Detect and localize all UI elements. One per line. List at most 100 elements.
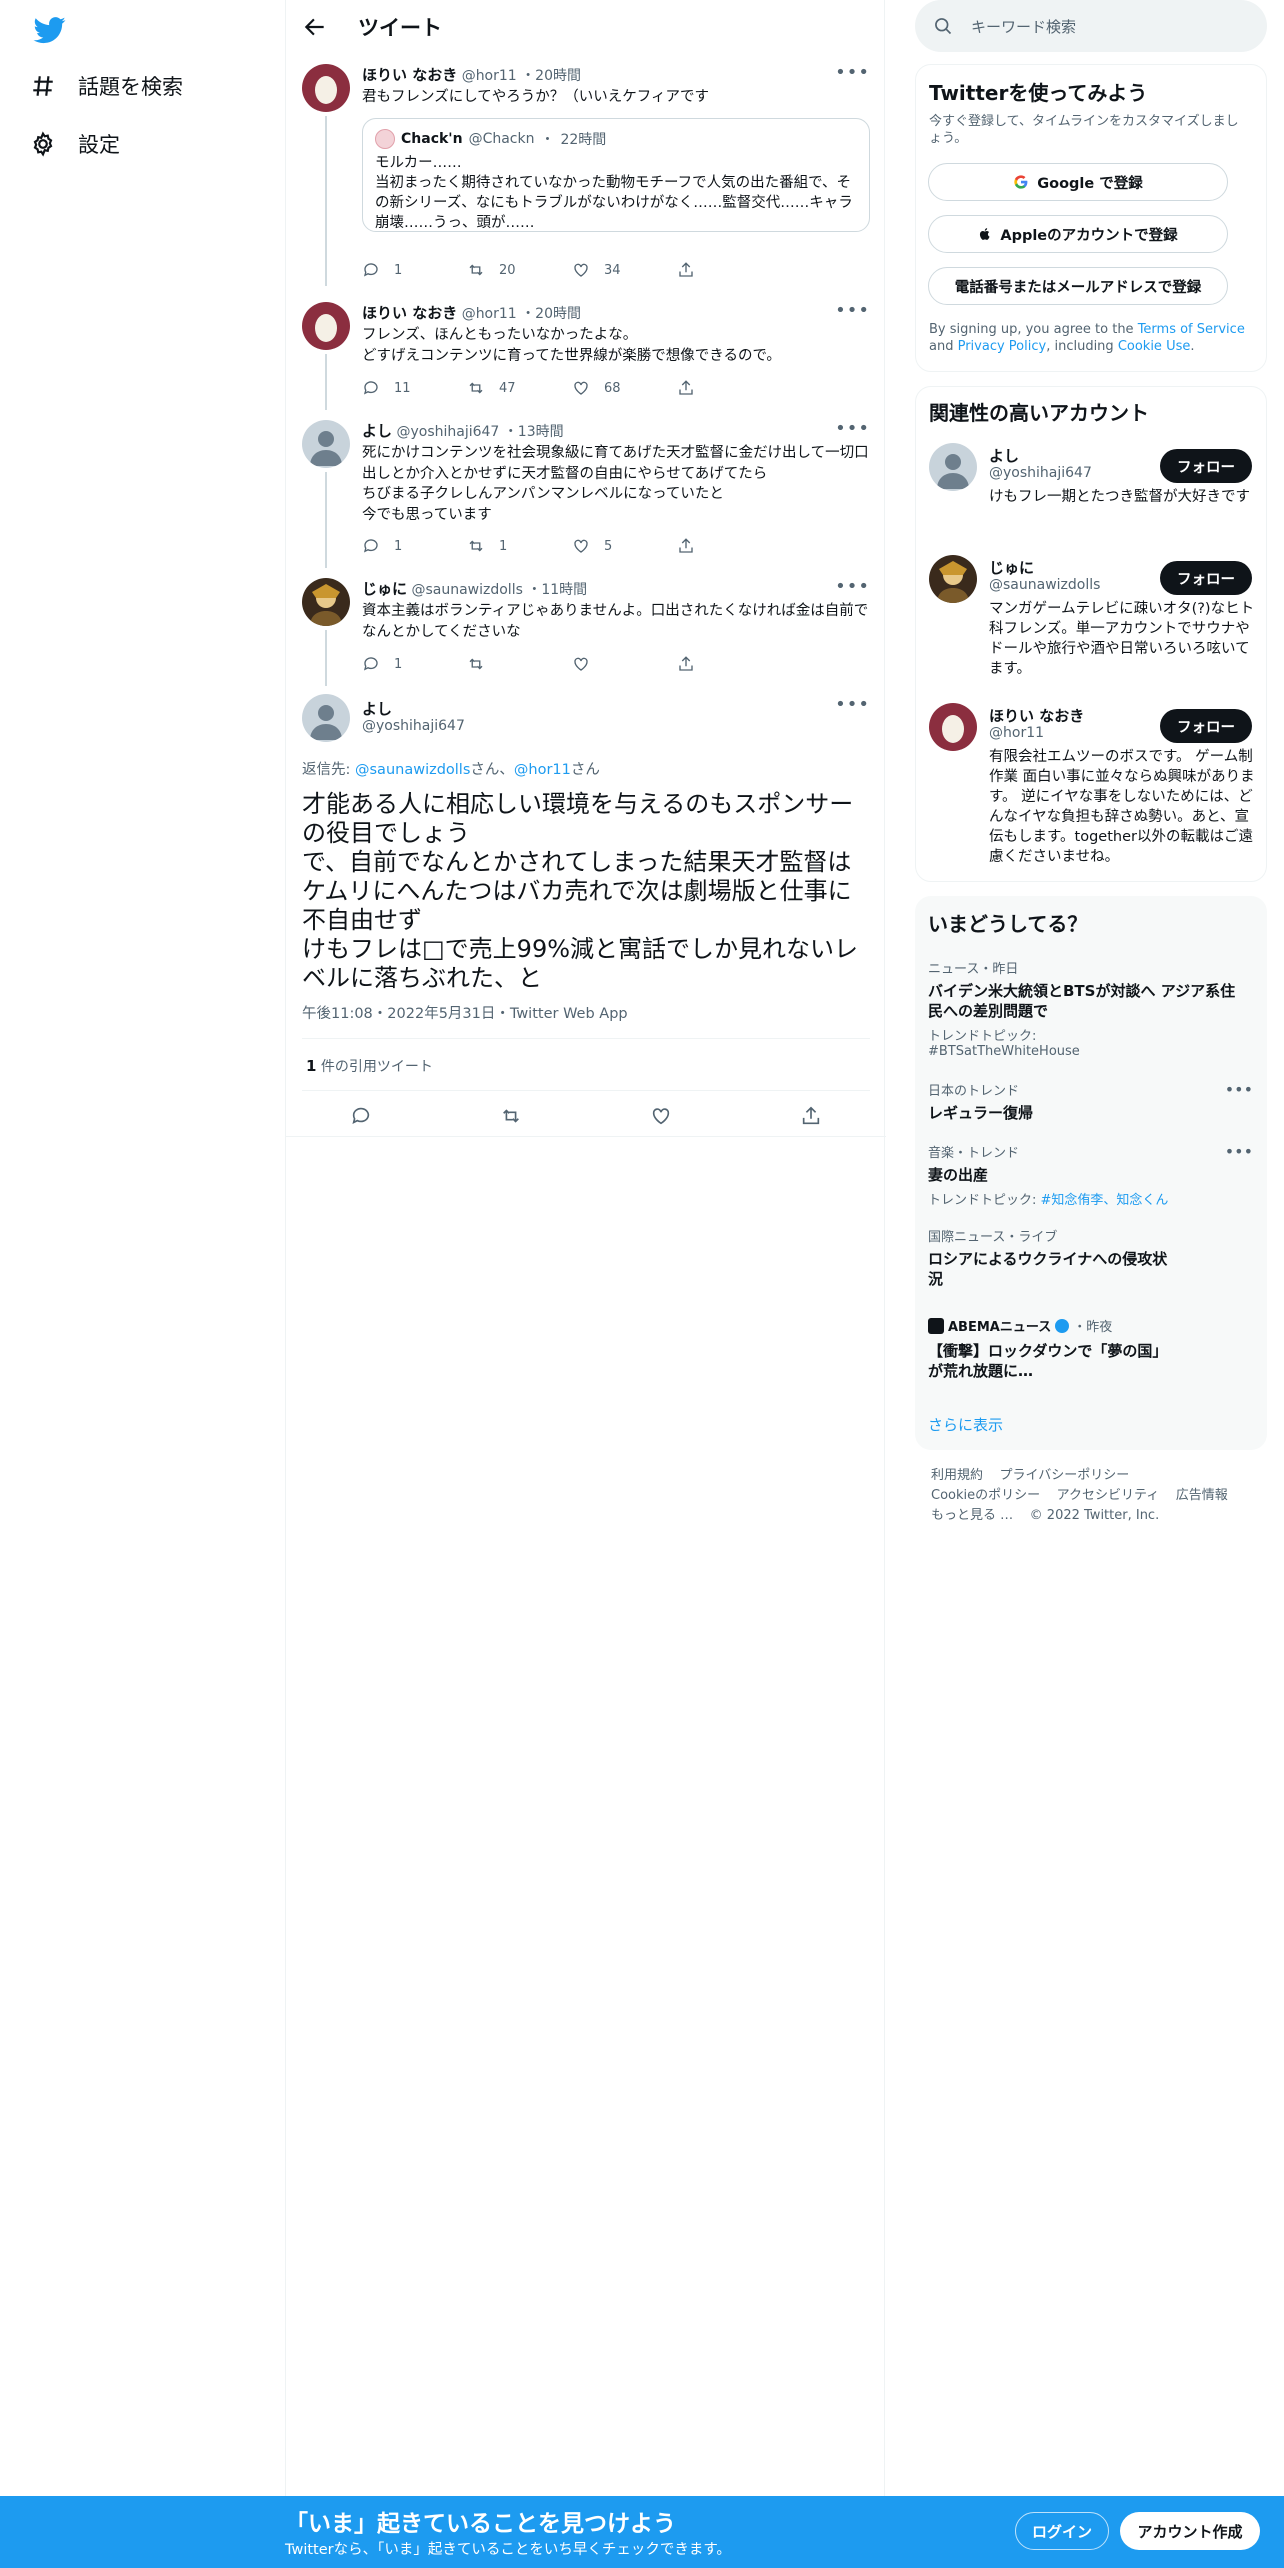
account-handle: @saunawizdolls (989, 577, 1101, 593)
share-button[interactable] (677, 654, 782, 674)
tweet-time[interactable]: 20時間 (535, 306, 581, 322)
thread-tweet[interactable]: よし @yoshihaji647 ・13時間 死にかけコンテンツを社会現象級に育… (286, 410, 886, 568)
show-more-link[interactable]: さらに表示 (928, 1414, 1003, 1435)
more-options-icon[interactable]: ••• (835, 694, 870, 715)
retweet-button[interactable]: 20 (467, 260, 572, 280)
trend-item[interactable]: ニュース・昨日 バイデン米大統領とBTSが対談へ アジア系住民への差別問題で ト… (928, 958, 1248, 1059)
like-button[interactable]: 5 (572, 536, 677, 556)
twitter-logo-icon[interactable] (30, 14, 70, 46)
account-item[interactable]: じゅに @saunawizdolls フォロー マンガゲームテレビに疎いオタ(?… (916, 555, 1268, 685)
reply-to-link[interactable]: @hor11 (514, 762, 571, 778)
author-handle[interactable]: @yoshihaji647 (396, 424, 499, 440)
cookie-use-link[interactable]: Cookie Use (1118, 339, 1191, 354)
avatar[interactable] (302, 420, 350, 468)
share-button[interactable] (677, 536, 782, 556)
like-button[interactable]: 68 (572, 378, 677, 398)
tweet-timestamp[interactable]: 午後11:08・2022年5月31日・Twitter Web App (302, 1002, 628, 1023)
share-button[interactable] (677, 260, 782, 280)
follow-button[interactable]: フォロー (1160, 561, 1252, 595)
author-name[interactable]: よし (362, 422, 392, 440)
reply-button[interactable]: 1 (362, 536, 467, 556)
author-name[interactable]: じゅに (362, 580, 407, 598)
footer-link[interactable]: もっと見る … (931, 1508, 1013, 1523)
more-options-icon[interactable]: ••• (835, 300, 870, 321)
signup-button[interactable]: アカウント作成 (1120, 2512, 1260, 2550)
follow-button[interactable]: フォロー (1160, 449, 1252, 483)
footer-link[interactable]: アクセシビリティ (1057, 1488, 1160, 1503)
heart-icon[interactable] (650, 1105, 672, 1127)
tweet-time[interactable]: 20時間 (535, 68, 581, 84)
share-button[interactable] (677, 378, 782, 398)
quote-count-link[interactable]: 1 件の引用ツイート (306, 1056, 433, 1076)
footer-link[interactable]: 利用規約 (931, 1468, 983, 1483)
trend-item[interactable]: 国際ニュース・ライブ ロシアによるウクライナへの侵攻状況 (928, 1226, 1168, 1289)
author-name[interactable]: よし (362, 698, 392, 719)
footer-link[interactable]: Cookieのポリシー (931, 1488, 1040, 1503)
author-handle[interactable]: @saunawizdolls (411, 582, 522, 598)
tweet-time[interactable]: 13時間 (518, 424, 564, 440)
trend-item[interactable]: 音楽・トレンド 妻の出産 トレンドトピック: #知念侑李、知念くん (928, 1142, 1248, 1208)
tweet-actions: 1 20 34 (362, 260, 782, 280)
reply-button[interactable]: 11 (362, 378, 467, 398)
trend-item[interactable]: 日本のトレンド レギュラー復帰 (928, 1080, 1248, 1123)
reply-to-suffix: さん (570, 762, 600, 778)
author-name[interactable]: ほりい なおき (362, 66, 457, 84)
more-options-icon[interactable]: ••• (835, 576, 870, 597)
retweet-button[interactable]: 47 (467, 378, 572, 398)
tweet-time[interactable]: 11時間 (541, 582, 587, 598)
news-item[interactable]: ABEMAニュース ・昨夜 【衝撃】ロックダウンで「夢の国」が荒れ放題に… (928, 1316, 1168, 1381)
more-options-icon[interactable]: ••• (1225, 1080, 1253, 1099)
thread-tweet[interactable]: ほりい なおき @hor11 ・20時間 フレンズ、ほんともったいなかったよな。… (286, 292, 886, 410)
author-handle[interactable]: @yoshihaji647 (362, 718, 465, 734)
author-handle[interactable]: @hor11 (462, 68, 517, 84)
nav-item-settings[interactable]: 設定 (30, 124, 120, 164)
back-arrow-icon[interactable] (302, 14, 328, 40)
avatar[interactable] (929, 443, 977, 491)
share-icon[interactable] (800, 1105, 822, 1127)
news-source: ABEMAニュース (948, 1320, 1052, 1335)
reply-icon[interactable] (350, 1105, 372, 1127)
footer-link[interactable]: 広告情報 (1176, 1488, 1228, 1503)
avatar[interactable] (302, 694, 350, 742)
reply-button[interactable]: 1 (362, 260, 467, 280)
login-button[interactable]: ログイン (1015, 2512, 1109, 2550)
tweet-actions: 1 1 5 (362, 536, 782, 556)
retweet-button[interactable] (467, 654, 572, 674)
avatar[interactable] (302, 302, 350, 350)
follow-button[interactable]: フォロー (1160, 709, 1252, 743)
google-signup-button[interactable]: Google で登録 (928, 163, 1228, 201)
retweet-button[interactable]: 1 (467, 536, 572, 556)
search-bar[interactable]: キーワード検索 (915, 0, 1267, 52)
avatar[interactable] (929, 555, 977, 603)
footer-link[interactable]: プライバシーポリシー (1000, 1468, 1130, 1483)
account-item[interactable]: ほりい なおき @hor11 フォロー 有限会社エムツーのボスです。 ゲーム制作… (916, 703, 1268, 873)
like-button[interactable] (572, 654, 677, 674)
trend-topic-link[interactable]: #BTSatTheWhiteHouse (928, 1044, 1248, 1059)
terms-text: and (929, 339, 958, 354)
thread-tweet[interactable]: じゅに @saunawizdolls ・11時間 資本主義はボランティアじゃあり… (286, 568, 886, 686)
avatar[interactable] (929, 703, 977, 751)
more-options-icon[interactable]: ••• (1225, 1142, 1253, 1161)
privacy-policy-link[interactable]: Privacy Policy (958, 339, 1047, 354)
like-button[interactable]: 34 (572, 260, 677, 280)
terms-of-service-link[interactable]: Terms of Service (1138, 322, 1245, 337)
account-item[interactable]: よし @yoshihaji647 フォロー けもフレ一期とたつき監督が大好きです (916, 443, 1268, 543)
author-handle[interactable]: @hor11 (462, 306, 517, 322)
avatar[interactable] (302, 578, 350, 626)
more-options-icon[interactable]: ••• (835, 418, 870, 439)
trend-topic-link[interactable]: #知念侑李、知念くん (1041, 1193, 1169, 1208)
retweet-icon[interactable] (500, 1105, 522, 1127)
author-name[interactable]: ほりい なおき (362, 304, 457, 322)
nav-item-explore[interactable]: 話題を検索 (30, 66, 183, 106)
quoted-tweet[interactable]: Chack'n @Chackn ・ 22時間 モルカー…… 当初まったく期待されて… (362, 118, 870, 232)
reply-to-link[interactable]: @saunawizdolls (355, 762, 470, 778)
thread-tweet[interactable]: ほりい なおき @hor11 ・20時間 君もフレンズにしてやろうか？（いいえケ… (286, 54, 886, 286)
more-options-icon[interactable]: ••• (835, 62, 870, 83)
reply-to-mid: さん、 (470, 762, 514, 778)
reply-button[interactable]: 1 (362, 654, 467, 674)
search-input[interactable]: キーワード検索 (971, 16, 1076, 37)
apple-signup-button[interactable]: Appleのアカウントで登録 (928, 215, 1228, 253)
phone-email-signup-button[interactable]: 電話番号またはメールアドレスで登録 (928, 267, 1228, 305)
avatar[interactable] (302, 64, 350, 112)
like-count: 34 (604, 262, 621, 278)
